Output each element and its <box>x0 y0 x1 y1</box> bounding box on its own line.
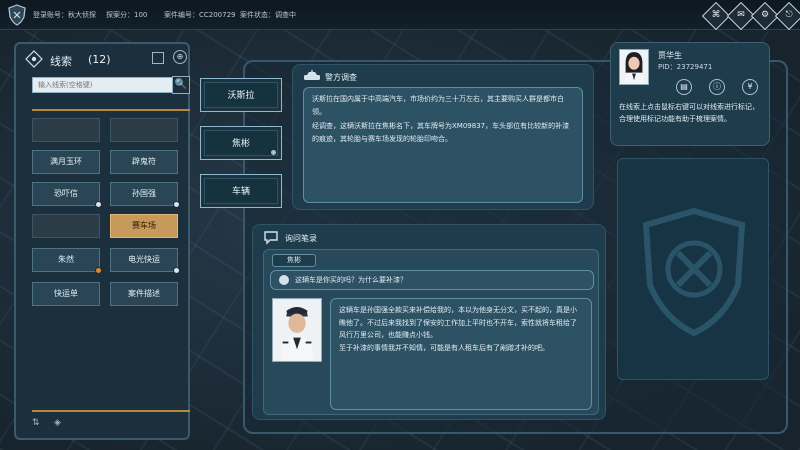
interrogation-title: 询问笔录 <box>285 234 317 243</box>
layers-icon[interactable]: ◈ <box>54 418 61 428</box>
id-card-button[interactable]: ▤ <box>676 79 692 95</box>
search-icon[interactable]: 🔍 <box>172 76 190 94</box>
speaker-tab: 焦彬 <box>272 254 316 267</box>
exit-icon: ⎋ <box>785 9 793 20</box>
case-status-label: 案件状态： <box>240 11 275 19</box>
interrogation-card: 询问笔录 焦彬 这辆车是你买的吗？为什么要补漆？ 这辆车是孙国强全款买来补偿给我… <box>252 224 606 420</box>
case-status-value: 调查中 <box>275 11 296 19</box>
target-icon[interactable]: ⊕ <box>173 50 187 64</box>
character-avatar <box>619 49 649 85</box>
clue-item[interactable]: 恐吓信 <box>32 182 102 208</box>
score-value: 100 <box>134 11 148 19</box>
answer-paragraph: 至于补漆的事情我并不知情，可能是有人租车后有了剐蹭才补的吧。 <box>339 343 549 352</box>
score: 探案分：100 <box>106 10 147 20</box>
login-account: 登录账号：秋大侦探 <box>33 10 96 20</box>
divider-top <box>32 109 190 111</box>
score-label: 探案分： <box>106 11 134 19</box>
card-icon: ▤ <box>680 82 688 91</box>
clue-label: 电光快运 <box>128 255 160 264</box>
clue-search-input[interactable] <box>32 77 174 93</box>
gear-icon: ⚙ <box>760 9 770 20</box>
suspect-avatar <box>272 298 322 362</box>
ticket-icon: ✉ <box>737 9 745 20</box>
police-text: 沃斯拉在国内属于中高端汽车，市场价约为三十万左右，其主要购买人群是都市白领。 经… <box>303 87 583 203</box>
shield-logo-icon <box>8 4 26 26</box>
info-button[interactable]: ⓘ <box>709 79 725 95</box>
clue-item[interactable]: 电光快运 <box>110 248 180 274</box>
case-no-label: 案件编号： <box>164 11 199 19</box>
clue-slot[interactable] <box>32 214 100 238</box>
exit-button[interactable]: ⎋ <box>774 1 800 31</box>
police-car-icon <box>304 70 320 80</box>
officer-portrait-icon <box>273 299 321 361</box>
emblem-panel <box>617 158 769 380</box>
clue-item[interactable]: 辟鬼符 <box>110 150 178 174</box>
money-button[interactable]: ¥ <box>742 79 758 95</box>
link-mark-icon <box>95 201 102 208</box>
network-icon: ⌘ <box>711 9 721 20</box>
police-paragraph: 沃斯拉在国内属于中高端汽车，市场价约为三十万左右，其主要购买人群是都市白领。 <box>312 95 564 116</box>
question-box: 这辆车是你买的吗？为什么要补漆？ <box>270 270 594 290</box>
case-no-value: CC200729 <box>199 11 236 19</box>
clue-label: 朱然 <box>58 255 74 264</box>
tab-vehicle[interactable]: 车辆 <box>200 174 282 208</box>
question-text: 这辆车是你买的吗？为什么要补漆？ <box>295 276 407 284</box>
pointer-mark-icon <box>173 267 180 274</box>
clue-hub-icon <box>25 50 43 68</box>
police-paragraph: 经调查，这辆沃斯拉在焦彬名下，其车牌号为XM09837，车头部位有比较新的补漆的… <box>312 122 570 143</box>
tab-wosila[interactable]: 沃斯拉 <box>200 78 282 112</box>
info-icon: ⓘ <box>713 82 721 91</box>
clue-item[interactable]: 快运单 <box>32 282 100 306</box>
character-pid: PID：23729471 <box>658 63 713 71</box>
login-value: 秋大侦探 <box>68 11 96 19</box>
clue-item[interactable]: 朱然 <box>32 248 102 274</box>
case-number: 案件编号：CC200729 <box>164 10 236 20</box>
clue-item[interactable]: 孙国强 <box>110 182 180 208</box>
clue-item-selected[interactable]: 赛车场 <box>110 214 178 238</box>
clue-label: 孙国强 <box>132 189 156 198</box>
answer-box: 这辆车是孙国强全款买来补偿给我的，本以为他身无分文，买不起的，真是小瞧他了。不过… <box>330 298 592 410</box>
police-shield-icon <box>642 207 746 337</box>
tab-label: 沃斯拉 <box>204 82 278 108</box>
top-bar: 登录账号：秋大侦探 探案分：100 案件编号：CC200729 案件状态：调查中… <box>0 0 800 31</box>
question-icon <box>279 275 289 285</box>
hint-text: 在线索上点击鼠标右键可以对线索进行标记，合理使用标记功能有助于梳理案情。 <box>619 103 759 123</box>
police-investigation-card: 警方调查 沃斯拉在国内属于中高端汽车，市场价约为三十万左右，其主要购买人群是都市… <box>292 64 594 210</box>
speech-icon <box>264 231 278 245</box>
tab-label: 车辆 <box>204 178 278 204</box>
link-mark-icon <box>173 201 180 208</box>
female-portrait-icon <box>623 52 645 84</box>
login-label: 登录账号： <box>33 11 68 19</box>
case-status: 案件状态：调查中 <box>240 10 296 20</box>
answer-paragraph: 这辆车是孙国强全款买来补偿给我的，本以为他身无分文，买不起的，真是小瞧他了。不过… <box>339 306 577 339</box>
tab-label: 焦彬 <box>204 130 278 156</box>
clue-title: 线索 <box>50 55 72 68</box>
character-name: 贾华生 <box>658 51 682 60</box>
interrogation-body: 焦彬 这辆车是你买的吗？为什么要补漆？ 这辆车是孙国强全款买来补偿给我的，本以为… <box>263 249 599 415</box>
divider-bottom <box>32 410 190 412</box>
copy-icon[interactable] <box>152 52 164 64</box>
clue-slot[interactable] <box>32 118 100 142</box>
clue-label: 恐吓信 <box>54 189 78 198</box>
clue-slot[interactable] <box>110 118 178 142</box>
sort-icon[interactable]: ⇅ <box>32 418 40 428</box>
new-mark-icon <box>95 267 102 274</box>
tab-mark-icon <box>271 150 276 155</box>
clue-item[interactable]: 满月玉环 <box>32 150 100 174</box>
clue-item[interactable]: 案件描述 <box>110 282 178 306</box>
police-title: 警方调查 <box>325 73 357 82</box>
clue-count: (12) <box>88 53 111 66</box>
character-profile: 贾华生 PID：23729471 ▤ ⓘ ¥ 在线索上点击鼠标右键可以对线索进行… <box>610 42 770 146</box>
clue-panel: 线索 (12) ⊕ 🔍 满月玉环 辟鬼符 恐吓信 孙国强 赛车场 朱然 电光快运… <box>14 42 190 440</box>
money-icon: ¥ <box>747 82 753 91</box>
tab-jiaobin[interactable]: 焦彬 <box>200 126 282 160</box>
